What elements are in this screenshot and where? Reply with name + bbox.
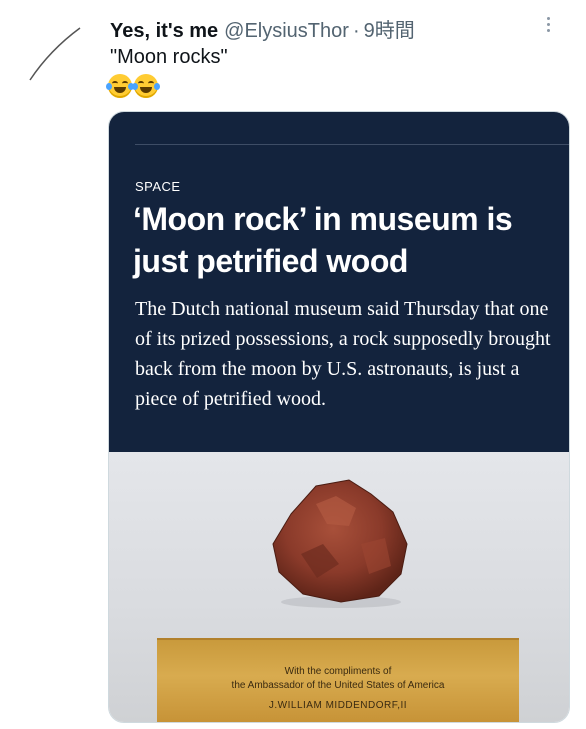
tears-of-joy-emoji-icon xyxy=(132,74,160,98)
plaque-text-line: the Ambassador of the United States of A… xyxy=(231,680,445,691)
article-header-panel: SPACE ‘Moon rock’ in museum is just petr… xyxy=(109,112,569,452)
article-card[interactable]: SPACE ‘Moon rock’ in museum is just petr… xyxy=(108,111,570,723)
article-photo: With the compliments of the Ambassador o… xyxy=(109,452,569,722)
plaque-signature: J.WILLIAM MIDDENDORF,II xyxy=(268,700,408,711)
more-options-icon[interactable] xyxy=(536,12,560,36)
plaque: With the compliments of the Ambassador o… xyxy=(157,638,519,722)
tweet-text: "Moon rocks" xyxy=(110,46,228,68)
separator: · xyxy=(352,20,360,42)
plaque-text-line: With the compliments of xyxy=(284,666,392,677)
tweet-header: Yes, it's me @ElysiusThor · 9時間 xyxy=(110,14,566,43)
divider xyxy=(135,144,569,145)
emoji-row xyxy=(106,74,160,98)
tears-of-joy-emoji-icon xyxy=(106,74,134,98)
article-category: SPACE xyxy=(135,179,181,194)
thread-line xyxy=(29,27,81,81)
timestamp[interactable]: 9時間 xyxy=(364,14,415,43)
article-headline: ‘Moon rock’ in museum is just petrified … xyxy=(133,201,513,279)
rock-image xyxy=(272,479,408,608)
display-name[interactable]: Yes, it's me xyxy=(110,20,218,43)
user-handle[interactable]: @ElysiusThor xyxy=(224,20,349,43)
article-summary: The Dutch national museum said Thursday … xyxy=(135,298,551,410)
